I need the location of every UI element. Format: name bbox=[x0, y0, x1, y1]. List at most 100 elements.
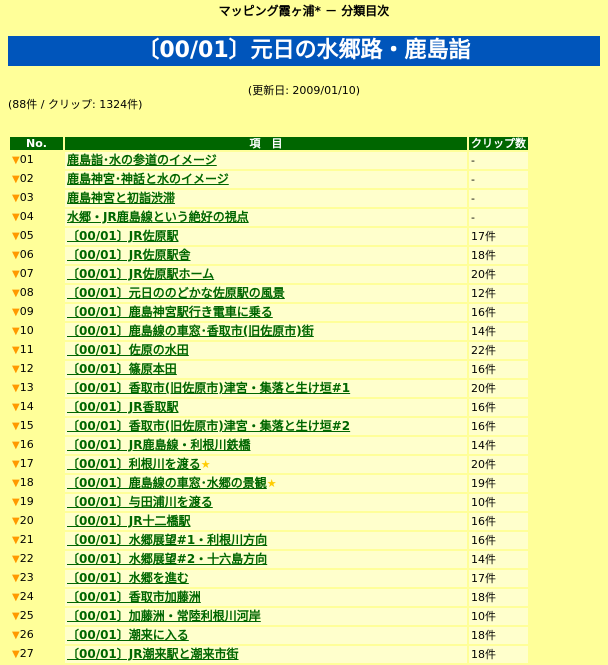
table-header-row: No. 項 目 クリップ数 bbox=[10, 137, 528, 150]
clip-count: 12件 bbox=[469, 285, 528, 302]
row-title-cell: 〔00/01〕JR鹿島線・利根川鉄橋 bbox=[65, 437, 467, 454]
item-link[interactable]: 〔00/01〕鹿島神宮駅行き電車に乗る bbox=[67, 305, 273, 319]
row-number: 14 bbox=[19, 400, 34, 413]
clip-count: 10件 bbox=[469, 608, 528, 625]
clip-count: 14件 bbox=[469, 323, 528, 340]
clip-count: 22件 bbox=[469, 342, 528, 359]
row-number: 09 bbox=[19, 305, 34, 318]
table-row: ▼10 〔00/01〕鹿島線の車窓･香取市(旧佐原市)街 14件 bbox=[10, 323, 528, 340]
star-icon: ★ bbox=[200, 458, 211, 471]
item-link[interactable]: 鹿島神宮と初詣渋滞 bbox=[67, 191, 175, 205]
row-title-cell: 〔00/01〕鹿島神宮駅行き電車に乗る bbox=[65, 304, 467, 321]
item-link[interactable]: 〔00/01〕潮来に入る bbox=[67, 628, 189, 642]
item-link[interactable]: 〔00/01〕JR佐原駅舎 bbox=[67, 248, 191, 262]
item-link[interactable]: 〔00/01〕JR佐原駅 bbox=[67, 229, 179, 243]
item-link[interactable]: 〔00/01〕利根川を渡る bbox=[67, 457, 201, 471]
item-link[interactable]: 〔00/01〕JR香取駅 bbox=[67, 400, 179, 414]
clip-count: 19件 bbox=[469, 475, 528, 492]
star-icon: ★ bbox=[266, 477, 277, 490]
item-link[interactable]: 〔00/01〕JR鹿島線・利根川鉄橋 bbox=[67, 438, 251, 452]
item-link[interactable]: 水郷・JR鹿島線という絶好の視点 bbox=[67, 210, 249, 224]
row-number: 22 bbox=[19, 552, 34, 565]
table-row: ▼23 〔00/01〕水郷を進む 17件 bbox=[10, 570, 528, 587]
row-number: 18 bbox=[19, 476, 34, 489]
row-number-cell: ▼03 bbox=[10, 190, 63, 207]
table-row: ▼05 〔00/01〕JR佐原駅 17件 bbox=[10, 228, 528, 245]
item-link[interactable]: 〔00/01〕香取市加藤洲 bbox=[67, 590, 201, 604]
triangle-down-icon: ▼ bbox=[12, 326, 20, 337]
item-link[interactable]: 〔00/01〕鹿島線の車窓･水郷の景観 bbox=[67, 476, 267, 490]
row-number: 04 bbox=[19, 210, 34, 223]
item-link[interactable]: 〔00/01〕与田浦川を渡る bbox=[67, 495, 213, 509]
triangle-down-icon: ▼ bbox=[12, 554, 20, 565]
item-link[interactable]: 〔00/01〕加藤洲・常陸利根川河岸 bbox=[67, 609, 261, 623]
triangle-down-icon: ▼ bbox=[12, 478, 20, 489]
triangle-down-icon: ▼ bbox=[12, 573, 20, 584]
triangle-down-icon: ▼ bbox=[12, 516, 20, 527]
row-number: 08 bbox=[19, 286, 34, 299]
clip-count: 18件 bbox=[469, 247, 528, 264]
clip-count: 14件 bbox=[469, 437, 528, 454]
clip-count: 17件 bbox=[469, 228, 528, 245]
item-link[interactable]: 〔00/01〕水郷展望#2・十六島方向 bbox=[67, 552, 267, 566]
clip-count: 16件 bbox=[469, 361, 528, 378]
row-number: 10 bbox=[19, 324, 34, 337]
triangle-down-icon: ▼ bbox=[12, 193, 20, 204]
row-title-cell: 〔00/01〕元日ののどかな佐原駅の風景 bbox=[65, 285, 467, 302]
table-row: ▼01 鹿島詣･水の参道のイメージ - bbox=[10, 152, 528, 169]
item-link[interactable]: 〔00/01〕JR潮来駅と潮来市街 bbox=[67, 647, 239, 661]
row-number-cell: ▼01 bbox=[10, 152, 63, 169]
table-row: ▼11 〔00/01〕佐原の水田 22件 bbox=[10, 342, 528, 359]
item-link[interactable]: 〔00/01〕元日ののどかな佐原駅の風景 bbox=[67, 286, 285, 300]
triangle-down-icon: ▼ bbox=[12, 155, 20, 166]
row-number-cell: ▼17 bbox=[10, 456, 63, 473]
row-number-cell: ▼26 bbox=[10, 627, 63, 644]
updated-date: (更新日: 2009/01/10) bbox=[247, 84, 361, 97]
index-table: No. 項 目 クリップ数 ▼01 鹿島詣･水の参道のイメージ - ▼02 鹿島神宮･神… bbox=[8, 135, 530, 665]
column-header-title: 項 目 bbox=[65, 137, 467, 150]
item-link[interactable]: 〔00/01〕水郷展望#1・利根川方向 bbox=[67, 533, 267, 547]
row-title-cell: 〔00/01〕JR十二橋駅 bbox=[65, 513, 467, 530]
table-row: ▼19 〔00/01〕与田浦川を渡る 10件 bbox=[10, 494, 528, 511]
row-number-cell: ▼18 bbox=[10, 475, 63, 492]
row-number: 20 bbox=[19, 514, 34, 527]
row-title-cell: 〔00/01〕JR香取駅 bbox=[65, 399, 467, 416]
triangle-down-icon: ▼ bbox=[12, 212, 20, 223]
item-link[interactable]: 鹿島神宮･神話と水のイメージ bbox=[67, 172, 229, 186]
clip-count: 14件 bbox=[469, 551, 528, 568]
row-number: 25 bbox=[19, 609, 34, 622]
triangle-down-icon: ▼ bbox=[12, 421, 20, 432]
row-title-cell: 〔00/01〕水郷展望#1・利根川方向 bbox=[65, 532, 467, 549]
item-link[interactable]: 〔00/01〕水郷を進む bbox=[67, 571, 189, 585]
clip-count: 17件 bbox=[469, 570, 528, 587]
row-number: 05 bbox=[19, 229, 34, 242]
item-link[interactable]: 〔00/01〕篠原本田 bbox=[67, 362, 177, 376]
clip-count: 16件 bbox=[469, 513, 528, 530]
item-link[interactable]: 鹿島詣･水の参道のイメージ bbox=[67, 153, 217, 167]
row-number: 21 bbox=[19, 533, 34, 546]
item-link[interactable]: 〔00/01〕佐原の水田 bbox=[67, 343, 189, 357]
table-row: ▼03 鹿島神宮と初詣渋滞 - bbox=[10, 190, 528, 207]
row-title-cell: 〔00/01〕香取市(旧佐原市)津宮・集落と生け垣#2 bbox=[65, 418, 467, 435]
triangle-down-icon: ▼ bbox=[12, 592, 20, 603]
row-title-cell: 〔00/01〕JR佐原駅ホーム bbox=[65, 266, 467, 283]
table-row: ▼14 〔00/01〕JR香取駅 16件 bbox=[10, 399, 528, 416]
column-header-no: No. bbox=[10, 137, 63, 150]
row-number: 27 bbox=[19, 647, 34, 660]
item-link[interactable]: 〔00/01〕JR十二橋駅 bbox=[67, 514, 191, 528]
clip-count: 20件 bbox=[469, 266, 528, 283]
clip-count: 16件 bbox=[469, 399, 528, 416]
item-link[interactable]: 〔00/01〕香取市(旧佐原市)津宮・集落と生け垣#2 bbox=[67, 419, 350, 433]
row-number-cell: ▼16 bbox=[10, 437, 63, 454]
row-number: 03 bbox=[19, 191, 34, 204]
row-title-cell: 〔00/01〕潮来に入る bbox=[65, 627, 467, 644]
clip-count: 16件 bbox=[469, 418, 528, 435]
item-link[interactable]: 〔00/01〕鹿島線の車窓･香取市(旧佐原市)街 bbox=[67, 324, 314, 338]
table-row: ▼20 〔00/01〕JR十二橋駅 16件 bbox=[10, 513, 528, 530]
row-title-cell: 〔00/01〕加藤洲・常陸利根川河岸 bbox=[65, 608, 467, 625]
item-link[interactable]: 〔00/01〕JR佐原駅ホーム bbox=[67, 267, 214, 281]
item-link[interactable]: 〔00/01〕香取市(旧佐原市)津宮・集落と生け垣#1 bbox=[67, 381, 350, 395]
row-number: 07 bbox=[19, 267, 34, 280]
row-number: 13 bbox=[19, 381, 34, 394]
triangle-down-icon: ▼ bbox=[12, 307, 20, 318]
